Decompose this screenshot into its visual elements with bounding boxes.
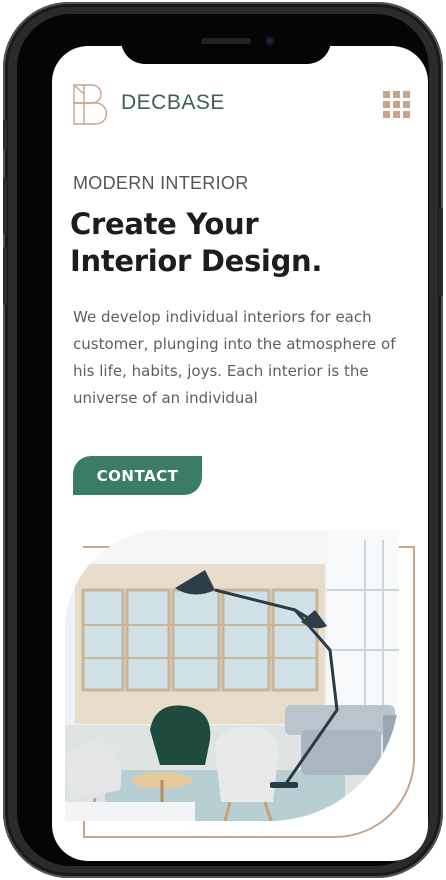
- power-button: [439, 207, 443, 297]
- menu-dot: [383, 91, 390, 98]
- phone-notch: [121, 28, 331, 64]
- menu-dot: [393, 91, 400, 98]
- interior-scene-illustration: [65, 530, 399, 821]
- volume-up-button: [3, 177, 7, 235]
- phone-bezel: DECBASE MODERN INTERIOR Create Your Inte…: [17, 14, 429, 866]
- menu-dot: [403, 111, 410, 118]
- decbase-logo-icon[interactable]: [72, 82, 112, 126]
- menu-dot: [383, 111, 390, 118]
- phone-frame: DECBASE MODERN INTERIOR Create Your Inte…: [3, 2, 443, 878]
- mute-switch: [3, 120, 7, 150]
- speaker-grille: [201, 38, 251, 44]
- headline-line-1: Create Your: [70, 207, 259, 241]
- hero-headline: Create Your Interior Design.: [70, 206, 410, 280]
- menu-dot: [403, 91, 410, 98]
- headline-line-2: Interior Design.: [70, 244, 323, 278]
- menu-dot: [383, 101, 390, 108]
- interior-photo: [65, 530, 399, 821]
- volume-down-button: [3, 247, 7, 305]
- menu-dot: [403, 101, 410, 108]
- menu-dot: [393, 101, 400, 108]
- grid-menu-icon[interactable]: [383, 91, 410, 118]
- front-camera-icon: [265, 36, 275, 46]
- hero-eyebrow: MODERN INTERIOR: [73, 173, 249, 193]
- app-screen: DECBASE MODERN INTERIOR Create Your Inte…: [52, 46, 428, 861]
- hero-description: We develop individual interiors for each…: [73, 308, 396, 407]
- menu-dot: [393, 111, 400, 118]
- brand-name[interactable]: DECBASE: [121, 91, 225, 115]
- contact-button[interactable]: CONTACT: [73, 456, 202, 495]
